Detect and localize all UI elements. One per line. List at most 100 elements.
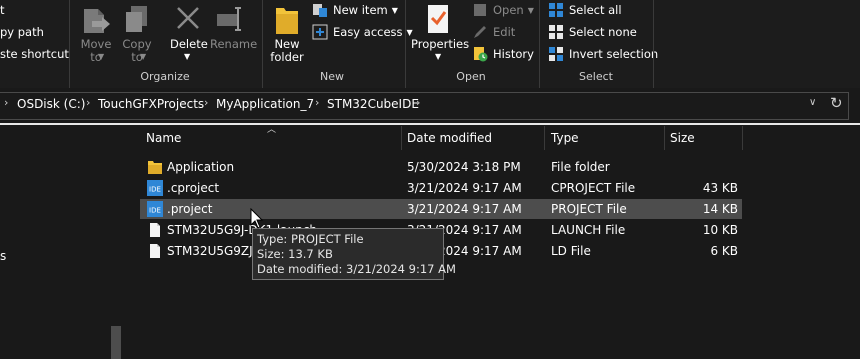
column-separator[interactable]	[742, 126, 743, 150]
rename-label: Rename	[210, 37, 258, 51]
address-dropdown-icon[interactable]: ∨	[809, 97, 816, 108]
breadcrumb-stm32cubeide[interactable]: STM32CubeIDE	[327, 97, 419, 111]
select-group-label: Select	[579, 70, 613, 83]
new-group-label: New	[320, 70, 344, 83]
chevron-down-icon: ▼	[140, 52, 147, 61]
rename-button[interactable]: Rename	[210, 37, 258, 51]
new-item-button[interactable]: New item ▼	[312, 0, 398, 20]
breadcrumb-osdisk[interactable]: OSDisk (C:)	[17, 97, 85, 111]
file-date: 3/21/2024 9:17 AM	[407, 181, 522, 195]
file-size: 14 KB	[702, 202, 738, 216]
group-separator	[653, 0, 654, 88]
file-date: 5/30/2024 3:18 PM	[407, 160, 521, 174]
easy-access-button[interactable]: Easy access ▼	[312, 22, 413, 42]
column-header-name[interactable]: Name	[146, 131, 181, 145]
rename-icon[interactable]	[215, 6, 247, 32]
delete-button[interactable]: Delete	[170, 38, 208, 51]
chevron-down-icon: ▼	[98, 52, 105, 61]
breadcrumb-touchgfxprojects[interactable]: TouchGFXProjects	[98, 97, 204, 111]
invert-selection-button[interactable]: Invert selection	[548, 44, 658, 64]
chevron-right-icon: ›	[416, 96, 421, 109]
history-button[interactable]: History	[472, 44, 534, 64]
document-icon	[147, 222, 163, 238]
column-header-size[interactable]: Size	[670, 131, 695, 145]
invert-selection-icon	[548, 46, 564, 62]
move-to-button[interactable]: Move to	[78, 38, 114, 64]
easy-access-label: Easy access	[333, 25, 403, 39]
new-item-label: New item	[333, 3, 388, 17]
file-size: 10 KB	[702, 223, 738, 237]
file-row-application[interactable]: Application 5/30/2024 3:18 PM File folde…	[140, 157, 742, 177]
column-separator[interactable]	[664, 126, 665, 150]
navigation-pane[interactable]	[0, 126, 127, 359]
group-separator	[405, 0, 406, 88]
properties-label: Properties	[411, 37, 470, 51]
refresh-icon[interactable]: ↻	[830, 94, 843, 112]
file-row-cproject[interactable]: IDE .cproject 3/21/2024 9:17 AM CPROJECT…	[140, 178, 742, 198]
file-type: PROJECT File	[551, 202, 627, 216]
paste-shortcut-item[interactable]: ste shortcut	[0, 44, 69, 64]
paste-shortcut-label: ste shortcut	[0, 47, 69, 61]
open-label: Open	[493, 3, 524, 17]
file-size: 6 KB	[710, 244, 738, 258]
folder-label: folder	[270, 50, 304, 64]
file-row-project[interactable]: IDE .project 3/21/2024 9:17 AM PROJECT F…	[140, 199, 742, 219]
pane-divider	[0, 123, 860, 125]
group-separator	[539, 0, 540, 88]
select-none-icon	[548, 24, 564, 40]
new-folder-icon[interactable]	[274, 4, 300, 36]
properties-button[interactable]: Properties	[411, 37, 470, 51]
move-to-icon[interactable]	[80, 3, 112, 37]
select-all-button[interactable]: Select all	[548, 0, 622, 20]
file-date: 3/21/2024 9:17 AM	[407, 202, 522, 216]
sidebar-scrollbar[interactable]	[111, 326, 121, 359]
cut-label: t	[0, 3, 5, 17]
folder-icon	[147, 159, 163, 175]
open-group-label: Open	[456, 70, 486, 83]
sort-up-icon: ︿	[267, 125, 277, 135]
copy-to-icon[interactable]	[121, 3, 153, 37]
chevron-right-icon: ›	[204, 96, 209, 109]
file-name: .project	[167, 202, 213, 216]
file-type: CPROJECT File	[551, 181, 636, 195]
edit-button[interactable]: Edit	[472, 22, 515, 42]
delete-icon[interactable]	[176, 6, 200, 30]
clipboard-cut-item[interactable]: t	[0, 0, 5, 20]
column-separator[interactable]	[544, 126, 545, 150]
ide-file-icon: IDE	[147, 180, 163, 196]
copy-path-label: py path	[0, 25, 44, 39]
file-name: Application	[167, 160, 235, 174]
breadcrumb-myapplication[interactable]: MyApplication_7	[216, 97, 314, 111]
group-separator	[262, 0, 263, 88]
copy-path-item[interactable]: py path	[0, 22, 44, 42]
svg-text:IDE: IDE	[149, 207, 161, 215]
svg-text:IDE: IDE	[149, 186, 161, 194]
file-type: LAUNCH File	[551, 223, 626, 237]
tooltip-size: Size: 13.7 KB	[257, 247, 333, 261]
group-separator	[69, 0, 70, 88]
mouse-cursor-icon	[250, 207, 264, 233]
to-label: to	[90, 50, 102, 64]
select-all-label: Select all	[569, 3, 622, 17]
file-type: LD File	[551, 244, 591, 258]
copy-to-button[interactable]: Copy to	[119, 38, 155, 64]
properties-icon[interactable]	[425, 3, 451, 35]
edit-label: Edit	[493, 25, 516, 39]
nav-item-partial[interactable]: s	[0, 249, 6, 263]
chevron-right-icon: ›	[86, 96, 91, 109]
open-icon	[472, 2, 488, 18]
edit-icon	[472, 24, 488, 40]
column-header-date[interactable]: Date modified	[407, 131, 492, 145]
easy-access-icon	[312, 24, 328, 40]
select-none-button[interactable]: Select none	[548, 22, 637, 42]
column-header-type[interactable]: Type	[551, 131, 579, 145]
file-type: File folder	[551, 160, 610, 174]
column-separator[interactable]	[401, 126, 402, 150]
new-item-icon	[312, 2, 328, 18]
file-tooltip: Type: PROJECT File Size: 13.7 KB Date mo…	[252, 228, 456, 280]
to-label: to	[131, 50, 143, 64]
open-button[interactable]: Open ▼	[472, 0, 534, 20]
new-folder-button[interactable]: New folder	[268, 38, 306, 64]
tooltip-type: Type: PROJECT File	[257, 232, 364, 246]
chevron-down-icon: ▼	[391, 5, 398, 15]
